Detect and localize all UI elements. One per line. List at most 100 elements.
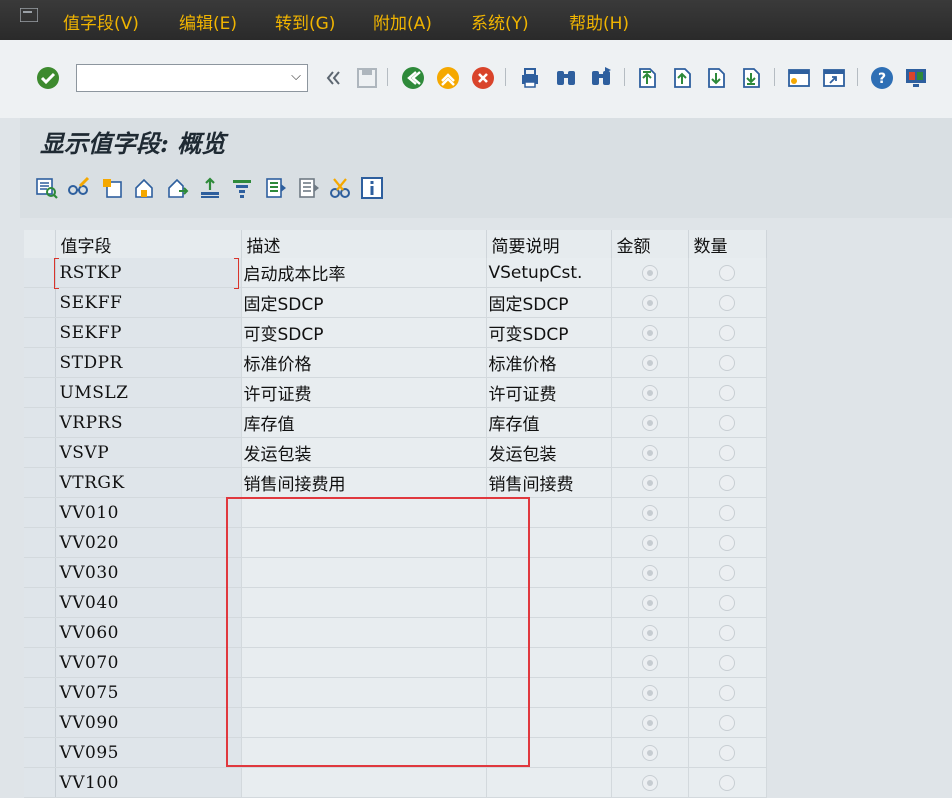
details-icon[interactable]	[35, 176, 59, 200]
quantity-radio[interactable]	[719, 414, 735, 431]
description-cell[interactable]: 发运包装	[241, 437, 487, 468]
value-field-cell[interactable]: VV100	[55, 767, 242, 798]
table-row[interactable]: VV075	[24, 677, 767, 708]
row-selector[interactable]	[24, 707, 56, 738]
table-row[interactable]: SEKFF 固定SDCP 固定SDCP	[24, 287, 767, 318]
row-selector[interactable]	[24, 407, 56, 438]
row-selector-header[interactable]	[24, 230, 56, 258]
amount-radio[interactable]	[641, 294, 658, 311]
description-cell[interactable]: 可变SDCP	[241, 317, 487, 348]
quantity-radio[interactable]	[719, 294, 735, 311]
menu-extras[interactable]: 附加(A)	[373, 9, 432, 34]
row-selector[interactable]	[24, 527, 56, 558]
value-field-cell[interactable]: VV070	[55, 647, 242, 678]
table-row[interactable]: VV070	[24, 647, 767, 678]
table-row[interactable]: VV010	[24, 497, 767, 528]
table-row[interactable]: RSTKP 启动成本比率 VSetupCst.	[24, 258, 767, 288]
value-field-cell[interactable]: SEKFF	[55, 287, 242, 318]
column-header-amount[interactable]: 金额	[611, 230, 689, 258]
table-row[interactable]: VV030	[24, 557, 767, 588]
menu-value-field[interactable]: 值字段(V)	[63, 9, 139, 34]
enter-icon[interactable]	[35, 65, 61, 91]
print-icon[interactable]	[517, 65, 543, 91]
double-left-icon[interactable]	[320, 65, 346, 91]
table-row[interactable]: SEKFP 可变SDCP 可变SDCP	[24, 317, 767, 348]
row-selector[interactable]	[24, 497, 56, 528]
table-row[interactable]: STDPR 标准价格 标准价格	[24, 347, 767, 378]
menu-edit[interactable]: 编辑(E)	[179, 9, 237, 34]
row-selector[interactable]	[24, 377, 56, 408]
quantity-radio[interactable]	[719, 474, 735, 491]
value-field-cell[interactable]: VV020	[55, 527, 242, 558]
description-cell[interactable]	[241, 707, 487, 738]
row-selector[interactable]	[24, 587, 56, 618]
value-field-cell[interactable]: VSVP	[55, 437, 242, 468]
amount-radio[interactable]	[641, 264, 658, 281]
table-row[interactable]: VV100	[24, 767, 767, 798]
short-text-cell[interactable]	[486, 587, 612, 618]
find-icon[interactable]	[553, 65, 579, 91]
quantity-radio[interactable]	[719, 564, 735, 581]
short-text-cell[interactable]: 固定SDCP	[486, 287, 612, 318]
row-selector[interactable]	[24, 767, 56, 798]
description-cell[interactable]	[241, 587, 487, 618]
back-icon[interactable]	[400, 65, 426, 91]
short-text-cell[interactable]	[486, 527, 612, 558]
row-selector[interactable]	[24, 258, 56, 288]
table-row[interactable]: VRPRS 库存值 库存值	[24, 407, 767, 438]
cut-icon[interactable]	[328, 176, 352, 200]
cancel-icon[interactable]	[470, 65, 496, 91]
system-menu-icon[interactable]	[20, 8, 38, 22]
save-icon[interactable]	[354, 65, 380, 91]
menu-system[interactable]: 系统(Y)	[471, 9, 529, 34]
value-field-cell[interactable]: UMSLZ	[55, 377, 242, 408]
row-selector[interactable]	[24, 677, 56, 708]
first-page-icon[interactable]	[634, 65, 660, 91]
column-header-field[interactable]: 值字段	[55, 230, 242, 258]
quantity-radio[interactable]	[719, 504, 735, 521]
table-row[interactable]: VTRGK 销售间接费用 销售间接费	[24, 467, 767, 498]
short-text-cell[interactable]	[486, 767, 612, 798]
description-cell[interactable]: 标准价格	[241, 347, 487, 378]
description-cell[interactable]	[241, 767, 487, 798]
short-text-cell[interactable]	[486, 647, 612, 678]
row-selector[interactable]	[24, 557, 56, 588]
amount-radio[interactable]	[641, 594, 658, 611]
quantity-radio[interactable]	[719, 324, 735, 341]
row-selector[interactable]	[24, 437, 56, 468]
value-field-cell[interactable]: VV095	[55, 737, 242, 768]
row-selector[interactable]	[24, 647, 56, 678]
quantity-radio[interactable]	[719, 594, 735, 611]
amount-radio[interactable]	[641, 414, 658, 431]
quantity-radio[interactable]	[719, 744, 735, 761]
quantity-radio[interactable]	[719, 264, 735, 281]
quantity-radio[interactable]	[719, 714, 735, 731]
select-all-icon[interactable]	[264, 176, 288, 200]
short-text-cell[interactable]: 发运包装	[486, 437, 612, 468]
row-selector[interactable]	[24, 467, 56, 498]
menu-help[interactable]: 帮助(H)	[569, 9, 629, 34]
description-cell[interactable]: 固定SDCP	[241, 287, 487, 318]
amount-radio[interactable]	[641, 444, 658, 461]
description-cell[interactable]: 库存值	[241, 407, 487, 438]
value-field-cell[interactable]: VV040	[55, 587, 242, 618]
amount-radio[interactable]	[641, 624, 658, 641]
help-icon[interactable]: ?	[869, 65, 895, 91]
description-cell[interactable]	[241, 737, 487, 768]
quantity-radio[interactable]	[719, 534, 735, 551]
command-field[interactable]: ⌵	[76, 64, 308, 92]
row-selector[interactable]	[24, 287, 56, 318]
filter-icon[interactable]	[230, 176, 254, 200]
amount-radio[interactable]	[641, 534, 658, 551]
value-field-cell[interactable]: VV075	[55, 677, 242, 708]
value-field-cell[interactable]: VTRGK	[55, 467, 242, 498]
command-input[interactable]	[81, 67, 285, 91]
amount-radio[interactable]	[641, 324, 658, 341]
description-cell[interactable]: 销售间接费用	[241, 467, 487, 498]
next-page-icon[interactable]	[703, 65, 729, 91]
move-icon[interactable]	[165, 176, 189, 200]
description-cell[interactable]	[241, 557, 487, 588]
value-field-cell[interactable]: VV030	[55, 557, 242, 588]
quantity-radio[interactable]	[719, 654, 735, 671]
table-row[interactable]: VV020	[24, 527, 767, 558]
